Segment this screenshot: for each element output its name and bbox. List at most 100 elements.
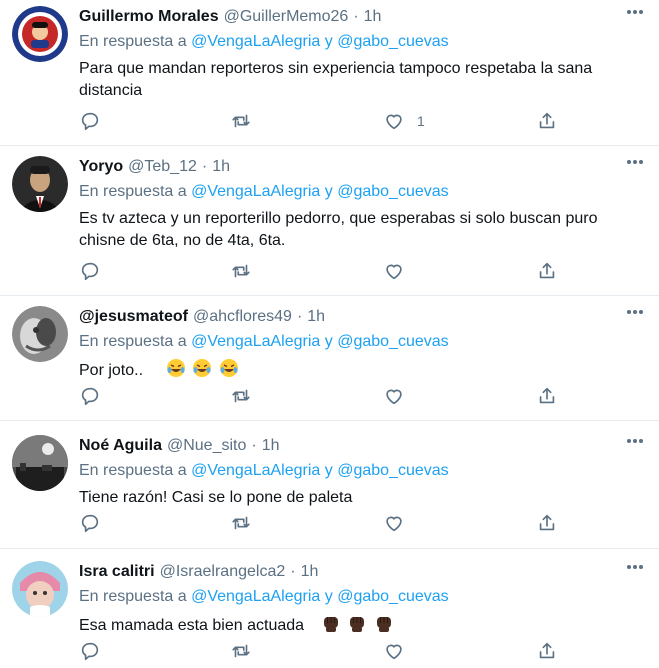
mention-link[interactable]: @VengaLaAlegria [191, 333, 320, 350]
mention-link[interactable]: @gabo_cuevas [337, 33, 448, 50]
reply-button[interactable] [79, 639, 101, 663]
user-handle[interactable]: @Nue_sito [167, 435, 246, 457]
tweet[interactable]: Guillermo Morales @GuillerMemo26 · 1h En… [0, 0, 659, 146]
reply-button[interactable] [79, 259, 101, 283]
raised-fist-icon [350, 617, 365, 632]
display-name[interactable]: Isra calitri [79, 561, 155, 583]
heart-icon [386, 264, 402, 280]
heart-icon [386, 644, 402, 660]
tweet-text: Es tv azteca y un reporterillo pedorro, … [79, 210, 598, 249]
share-button[interactable] [536, 109, 558, 133]
retweet-icon [232, 516, 250, 530]
display-name[interactable]: Noé Aguila [79, 435, 162, 457]
mention-joiner: y [324, 462, 333, 479]
share-button[interactable] [536, 511, 558, 535]
avatar[interactable] [12, 6, 68, 62]
mention-link[interactable]: @VengaLaAlegria [191, 33, 320, 50]
share-icon [539, 262, 555, 279]
heart-icon [386, 114, 402, 130]
avatar[interactable] [12, 306, 68, 362]
like-button[interactable] [383, 511, 405, 535]
share-icon [539, 514, 555, 531]
retweet-button[interactable] [230, 109, 252, 133]
tears-of-joy-emoji-icon [193, 359, 212, 377]
profile-photo-avatar [12, 435, 68, 491]
reply-button[interactable] [79, 384, 101, 408]
reply-icon [81, 514, 99, 533]
like-button[interactable] [383, 384, 405, 408]
user-handle[interactable]: @Israelrangelca2 [160, 561, 286, 583]
retweet-icon [232, 389, 250, 403]
avatar[interactable] [12, 561, 68, 617]
timestamp[interactable]: 1h [301, 561, 319, 583]
share-icon [539, 387, 555, 404]
user-handle[interactable]: @GuillerMemo26 [224, 6, 349, 28]
separator-dot: · [296, 308, 303, 325]
raised-fist-icon [376, 617, 391, 632]
team-logo-avatar [12, 6, 68, 62]
profile-photo-avatar [12, 561, 68, 617]
reply-feed: Guillermo Morales @GuillerMemo26 · 1h En… [0, 0, 659, 668]
share-button[interactable] [536, 384, 558, 408]
tears-of-joy-emoji-icon [219, 359, 238, 377]
timestamp[interactable]: 1h [364, 6, 382, 28]
timestamp[interactable]: 1h [212, 156, 230, 178]
mention-link[interactable]: @VengaLaAlegria [191, 183, 320, 200]
replying-to: En respuesta a @VengaLaAlegria y @gabo_c… [79, 462, 449, 479]
profile-photo-avatar [12, 306, 68, 362]
raised-fist-icon [323, 617, 338, 632]
tweet-text-row: Esa mamada esta bien actuada [79, 613, 643, 637]
reply-button[interactable] [79, 109, 101, 133]
share-icon [539, 642, 555, 659]
like-button[interactable] [383, 259, 405, 283]
tweet[interactable]: @jesusmateof @ahcflores49 · 1h En respue… [0, 296, 659, 421]
mention-link[interactable]: @gabo_cuevas [337, 333, 448, 350]
display-name[interactable]: @jesusmateof [79, 306, 188, 328]
retweet-icon [232, 264, 250, 278]
mention-link[interactable]: @VengaLaAlegria [191, 588, 320, 605]
user-handle[interactable]: @Teb_12 [128, 156, 197, 178]
mention-link[interactable]: @gabo_cuevas [337, 462, 448, 479]
mention-link[interactable]: @VengaLaAlegria [191, 462, 320, 479]
reply-icon [81, 262, 99, 281]
avatar[interactable] [12, 435, 68, 491]
tears-of-joy-emoji-icon [166, 359, 185, 377]
reply-button[interactable] [79, 511, 101, 535]
retweet-icon [232, 114, 250, 128]
separator-dot: · [251, 437, 257, 454]
share-button[interactable] [536, 259, 558, 283]
like-button[interactable] [383, 639, 405, 663]
replying-to: En respuesta a @VengaLaAlegria y @gabo_c… [79, 333, 449, 350]
timestamp[interactable]: 1h [262, 435, 280, 457]
retweet-button[interactable] [230, 639, 252, 663]
mention-joiner: y [324, 333, 333, 350]
tweet[interactable]: Noé Aguila @Nue_sito · 1h En respuesta a… [0, 421, 659, 549]
replying-to: En respuesta a @VengaLaAlegria y @gabo_c… [79, 183, 449, 200]
reply-icon [81, 387, 99, 406]
retweet-button[interactable] [230, 384, 252, 408]
share-icon [539, 112, 555, 129]
profile-photo-avatar [12, 156, 68, 212]
share-button[interactable] [536, 639, 558, 663]
user-handle[interactable]: @ahcflores49 [193, 306, 292, 328]
display-name[interactable]: Guillermo Morales [79, 6, 219, 28]
tweet[interactable]: Yoryo @Teb_12 · 1h En respuesta a @Venga… [0, 146, 659, 296]
tweet-text-row: Por joto.. [79, 358, 643, 382]
mention-link[interactable]: @gabo_cuevas [337, 588, 448, 605]
tweet[interactable]: Isra calitri @Israelrangelca2 · 1h En re… [0, 549, 659, 668]
separator-dot: · [290, 563, 296, 580]
tweet-text: Por joto.. [79, 362, 144, 379]
mention-link[interactable]: @gabo_cuevas [337, 183, 448, 200]
retweet-button[interactable] [230, 511, 252, 535]
replying-to: En respuesta a @VengaLaAlegria y @gabo_c… [79, 33, 449, 50]
mention-joiner: y [324, 33, 333, 50]
like-count: 1 [417, 113, 425, 129]
timestamp[interactable]: 1h [307, 306, 325, 328]
like-button[interactable]: 1 [383, 109, 425, 133]
reply-icon [81, 642, 99, 661]
avatar[interactable] [12, 156, 68, 212]
display-name[interactable]: Yoryo [79, 156, 123, 178]
separator-dot: · [353, 8, 359, 25]
mention-joiner: y [324, 183, 333, 200]
retweet-button[interactable] [230, 259, 252, 283]
